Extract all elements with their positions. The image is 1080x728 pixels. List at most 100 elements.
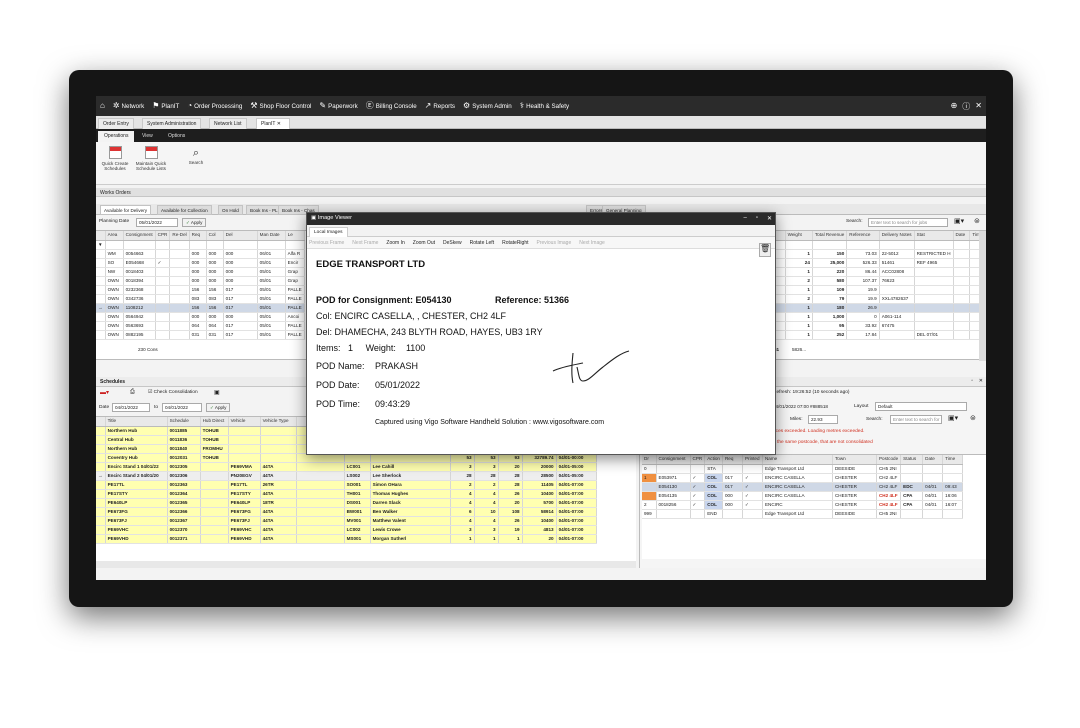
delete-image-icon[interactable]: 🗑 (759, 243, 771, 257)
table-row[interactable]: 1 252 17.84 DEL 07/01 (772, 330, 986, 340)
calendar-small-icon[interactable]: ▬▾ (100, 389, 109, 396)
table-row[interactable]: OWN 0018394 000 000 000 05/01 Grap (96, 276, 305, 286)
nav-system-admin[interactable]: ⚙ System Admin (463, 102, 512, 110)
close-icon[interactable]: ✕ (767, 215, 772, 222)
nav-network[interactable]: ✲ Network (113, 102, 144, 110)
table-row[interactable]: E054130 ✓ COL 017 ✓ ENCIRC CASELLA CHESTER CH2 … (642, 482, 964, 492)
table-row[interactable]: 1 180 26.9 (772, 303, 986, 313)
works-orders-header: Works Orders (96, 188, 986, 197)
table-row[interactable]: 2 580 107.37 76623 (772, 276, 986, 286)
planning-date-input[interactable]: 05/01/2022 (136, 218, 178, 227)
table-row[interactable]: PE69VHD 0012371 PE69VHD 44TA MS001 Morgan Sut… (96, 534, 597, 544)
doc-tab-network-list[interactable]: Network List (209, 118, 247, 129)
add-icon[interactable]: ⊕ (951, 101, 958, 112)
previous-frame-button[interactable]: Previous Frame (309, 240, 344, 246)
table-row[interactable]: PE640LP 0012365 PE640LP 18TR DS001 Darren Sla… (96, 498, 597, 508)
close-tab-icon[interactable]: ✕ (277, 121, 281, 127)
table-row[interactable]: PE69VHC 0012370 PE69VHC 44TA LC002 Lewis Crow… (96, 525, 597, 535)
table-row[interactable]: 1 1,000 0 A061-114 (772, 312, 986, 322)
nav-planit[interactable]: ⚑ PlanIT (152, 102, 179, 110)
table-row[interactable]: 1 E053971 ✓ COL 017 ✓ ENCIRC CASELLA CHESTER CH2… (642, 473, 964, 483)
zoom-out-button[interactable]: Zoom Out (413, 240, 435, 246)
doc-tab-system-admin[interactable]: System Administration (142, 118, 202, 129)
maintain-quick-schedule-button[interactable]: Maintain Quick Schedule Lists (134, 146, 168, 171)
table-row[interactable]: 24 25,000 526.33 51461 REF 4965 (772, 258, 986, 268)
previous-image-button[interactable]: Previous Image (537, 240, 572, 246)
table-row[interactable]: PE17STY 0012364 PE17STY 44TA TH001 Thomas Hug… (96, 489, 597, 499)
table-row[interactable]: NW 0018403 000 000 000 05/01 Grap (96, 267, 305, 277)
stops-search-input[interactable]: Enter text to search for (890, 415, 942, 424)
quick-create-schedules-button[interactable]: Quick Create Schedules (99, 146, 131, 171)
ribbon-tab-options[interactable]: Options (162, 131, 191, 142)
nav-order-processing[interactable]: ◔ Order Processing (187, 102, 242, 110)
table-row[interactable]: OWN 0564942 000 000 000 05/01 Ancoi (96, 312, 305, 322)
table-row[interactable]: → Encirc Stand 2 04/01/20 0012306 PN20EGV 44… (96, 471, 597, 481)
nav-shop-floor[interactable]: ⚒ Shop Floor Control (250, 102, 311, 110)
close-panel-icon[interactable]: ✕ (979, 378, 983, 384)
scrollbar[interactable] (979, 231, 986, 361)
layout-select[interactable]: Default (875, 402, 967, 411)
table-row[interactable]: 1 220 86.44 ACC02808 (772, 267, 986, 277)
ftab-available-collection[interactable]: Available for Collection (157, 205, 212, 215)
rotate-right-button[interactable]: RotateRight (502, 240, 528, 246)
schedule-apply-button[interactable]: ✓ Apply (206, 403, 231, 412)
table-row[interactable]: OWN 0882195 031 031 017 05/01 PALLE (96, 330, 305, 340)
ribbon-tab-operations[interactable]: Operations (98, 131, 135, 142)
info-icon[interactable]: ⓘ (962, 101, 970, 112)
ftab-on-hold[interactable]: On Hold (218, 205, 243, 215)
home-icon[interactable]: ⌂ (100, 102, 105, 110)
export-icon[interactable]: ▣▾ (954, 217, 964, 225)
table-row[interactable]: WM 0054663 000 000 000 06/01 Alfa R (96, 249, 305, 259)
search-button[interactable]: ⌕ Search (184, 146, 208, 165)
table-row[interactable]: 999 END Edge Transport Ltd DEESIDE CH5 2NI (642, 509, 964, 519)
maximize-icon[interactable]: ▫ (756, 215, 758, 222)
nav-paperwork[interactable]: ✎ Paperwork (319, 102, 357, 110)
apply-button[interactable]: ✓ Apply (182, 218, 207, 227)
nav-reports[interactable]: ↗ Reports (425, 102, 455, 110)
table-row[interactable]: 2 0018256 ✓ COL 000 ✓ ENCIRC CHESTER CH2 4LF CPA 0… (642, 500, 964, 510)
zoom-in-button[interactable]: Zoom In (386, 240, 404, 246)
table-row[interactable]: 1 109 19.9 (772, 285, 986, 295)
jobs-search-input[interactable]: Enter text to search for jobs (868, 218, 948, 227)
minimize-icon[interactable]: – (743, 215, 746, 222)
table-row[interactable]: OWN 0342736 083 083 017 05/01 PALLE (96, 294, 305, 304)
maximize-icon[interactable]: ▫ (971, 378, 973, 384)
table-row[interactable]: E054135 ✓ COL 000 ✓ ENCIRC CASELLA CHESTER CH2 … (642, 491, 964, 501)
table-row[interactable]: 2 79 19.9 XXL4782637 (772, 294, 986, 304)
tools-icon[interactable]: ✕ (975, 101, 982, 112)
main-nav: ⌂ ✲ Network ⚑ PlanIT ◔ Order Processing ⚒ Sh… (96, 96, 986, 116)
print-icon[interactable]: ⊜ (970, 414, 976, 422)
horizontal-scrollbar[interactable] (96, 561, 636, 568)
print-icon[interactable]: ⊜ (974, 217, 980, 225)
next-image-button[interactable]: Next Image (579, 240, 605, 246)
doc-tab-planit[interactable]: PlanIT ✕ (256, 118, 290, 129)
next-frame-button[interactable]: Next Frame (352, 240, 378, 246)
table-row[interactable]: 0 STA Edge Transport Ltd DEESIDE CH5 2NI (642, 464, 964, 474)
rotate-left-button[interactable]: Rotate Left (470, 240, 494, 246)
print-small-icon[interactable]: ⎙ (130, 389, 135, 396)
pod-collection: Col: ENCIRC CASELLA, , CHESTER, CH2 4LF (316, 311, 507, 321)
table-row[interactable]: → OWN 1108212 156 156 017 05/01 PALLE (96, 303, 305, 313)
nav-health-safety[interactable]: ⚕ Health & Safety (520, 102, 569, 110)
nav-billing[interactable]: Ⓔ Billing Console (366, 102, 417, 110)
table-row[interactable]: PE17TL 0012363 PE17TL 26TR SO001 Simon OHara 2… (96, 480, 597, 490)
table-row[interactable]: OWN 0232368 156 156 017 05/01 PALLE (96, 285, 305, 295)
schedule-to-date[interactable]: 04/01/2022 (162, 403, 202, 412)
schedule-from-date[interactable]: 04/01/2022 (112, 403, 150, 412)
ftab-available-delivery[interactable]: Available for Delivery (100, 205, 152, 215)
table-row[interactable]: Encirc Stand 1 04/01/22 0012305 PE69VMA 44T… (96, 462, 597, 472)
deskew-button[interactable]: DeSkew (443, 240, 462, 246)
doc-tab-order-entry[interactable]: Order Entry (98, 118, 134, 129)
table-row[interactable]: PE673FG 0012366 PE673FG 44TA BW001 Ben Walker… (96, 507, 597, 517)
table-row[interactable]: OWN 0563693 064 064 017 05/01 PALLE (96, 321, 305, 331)
table-row[interactable]: PE673FJ 0012367 PE673FJ 44TA MV001 Matthew Va… (96, 516, 597, 526)
pod-reference: Reference: 51366 (495, 295, 570, 305)
export-small-icon[interactable]: ▣ (214, 389, 220, 396)
table-row[interactable]: SO E054668 ✓ 000 000 000 05/01 Encir (96, 258, 305, 268)
check-consolidation-button[interactable]: ☑ Check Consolidation (148, 390, 198, 395)
export-icon[interactable]: ▣▾ (948, 414, 958, 422)
table-row[interactable]: 1 150 73.03 22-5012 RESTRICTED H (772, 249, 986, 259)
ribbon-tab-view[interactable]: View (136, 131, 159, 142)
table-row[interactable]: 1 95 33.92 67475 (772, 321, 986, 331)
local-images-tab[interactable]: Local Images (309, 227, 348, 237)
